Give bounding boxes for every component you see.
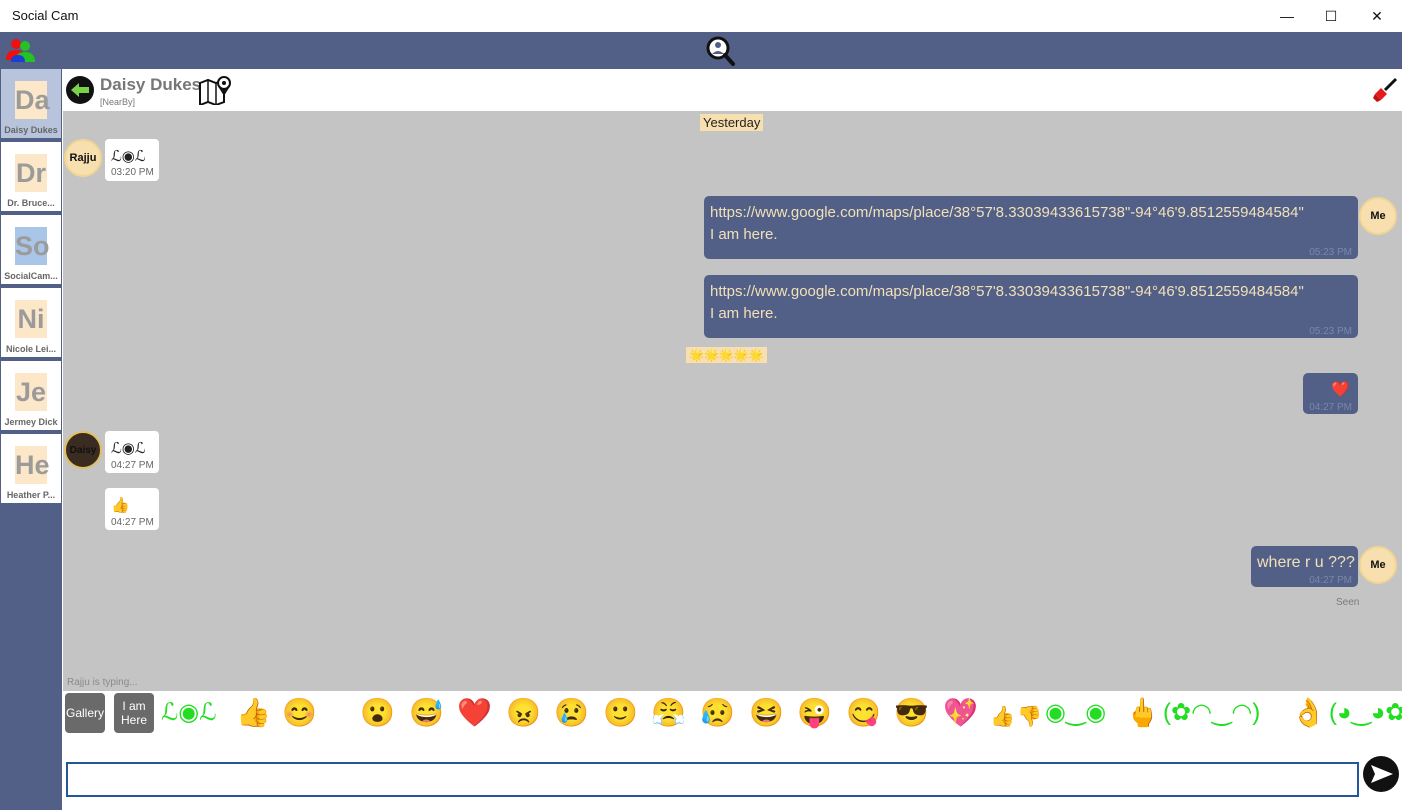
date-divider: Yesterday (700, 114, 764, 131)
emoji-heart[interactable]: ❤️ (457, 695, 492, 731)
avatar[interactable]: Me (1359, 197, 1397, 235)
clear-chat-brush-icon[interactable] (1371, 76, 1399, 104)
emoji-yum[interactable]: 😋 (846, 695, 881, 731)
emoji-angry[interactable]: 😠 (506, 695, 541, 731)
emoji-eyes-smile[interactable]: ◉‿◉ (1045, 695, 1106, 731)
emoji-triumph[interactable]: 😤 (651, 695, 686, 731)
chat-messages-area: Yesterday Rajju ℒ◉ℒ 03:20 PM https://www… (63, 111, 1402, 691)
contact-name: SocialCam... (4, 271, 58, 281)
emoji-surprised[interactable]: 😮 (360, 695, 395, 731)
avatar[interactable]: Rajju (64, 139, 102, 177)
contacts-icon[interactable] (4, 36, 36, 64)
message-text: 👍 (111, 497, 130, 514)
emoji-sweat-smile[interactable]: 😅 (409, 695, 444, 731)
message-bubble[interactable]: https://www.google.com/maps/place/38°57'… (704, 196, 1358, 259)
emoji-small-thumbs-up[interactable]: 👍 (990, 699, 1015, 735)
emoji-ok-hand[interactable]: 👌 (1291, 695, 1326, 731)
message-time: 04:27 PM (1309, 402, 1352, 413)
contact-item[interactable]: Da Daisy Dukes (1, 69, 61, 140)
chat-header: Daisy Dukes [NearBy] (63, 69, 1402, 111)
message-text: I am here. (710, 226, 778, 243)
contact-item[interactable]: Ni Nicole Lei... (1, 288, 61, 359)
contact-name: Dr. Bruce... (7, 198, 55, 208)
message-time: 03:20 PM (111, 167, 154, 178)
contact-initials: Da (15, 81, 50, 119)
contacts-sidebar: Da Daisy Dukes Dr Dr. Bruce... So Social… (0, 69, 62, 810)
emoji-thumbs-down[interactable]: 👎 (1017, 699, 1042, 735)
message-time: 04:27 PM (111, 517, 154, 528)
emoji-slight-smile[interactable]: 🙂 (603, 695, 638, 731)
message-text: ℒ◉ℒ (111, 440, 146, 457)
contact-initials: Dr (15, 154, 47, 192)
contact-name: Daisy Dukes (4, 125, 58, 135)
contact-initials: So (15, 227, 50, 265)
seen-indicator: Seen (1336, 597, 1360, 608)
message-bubble[interactable]: where r u ??? 04:27 PM (1251, 546, 1358, 587)
star-rating-message: 🌟🌟🌟🌟🌟 (686, 347, 767, 363)
contact-item[interactable]: He Heather P... (1, 434, 61, 505)
gallery-button[interactable]: Gallery (65, 693, 105, 733)
back-arrow-icon[interactable] (65, 75, 95, 105)
message-input-area (63, 735, 1402, 810)
contact-item[interactable]: Dr Dr. Bruce... (1, 142, 61, 213)
message-bubble[interactable]: 👍 04:27 PM (105, 488, 159, 530)
emoji-lol[interactable]: ℒ◉ℒ (161, 695, 217, 731)
contact-initials: Je (15, 373, 47, 411)
message-bubble[interactable]: ℒ◉ℒ 03:20 PM (105, 139, 159, 181)
message-time: 05:23 PM (1309, 247, 1352, 258)
contact-initials: He (15, 446, 50, 484)
typing-indicator: Rajju is typing... (67, 677, 138, 688)
emoji-wink-tongue[interactable]: 😜 (797, 695, 832, 731)
emoji-cry[interactable]: 😢 (554, 695, 589, 731)
emoji-sparkling-heart[interactable]: 💖 (943, 695, 978, 731)
message-text: I am here. (710, 305, 778, 322)
contact-name: Nicole Lei... (5, 344, 56, 354)
message-text: ℒ◉ℒ (111, 148, 146, 165)
emoji-middle-finger[interactable]: 🖕 (1125, 695, 1160, 731)
message-link[interactable]: https://www.google.com/maps/place/38°57'… (710, 204, 1304, 221)
maximize-button[interactable]: ☐ (1308, 0, 1354, 32)
avatar-photo[interactable]: Daisy (64, 431, 102, 469)
i-am-here-button[interactable]: I am Here (114, 693, 154, 733)
contact-name: Jermey Dick (4, 417, 58, 427)
search-icon[interactable] (704, 35, 736, 67)
message-input[interactable] (66, 762, 1359, 797)
emoji-disappointed[interactable]: 😥 (700, 695, 735, 731)
contact-item[interactable]: So SocialCam... (1, 215, 61, 286)
title-bar: Social Cam — ☐ ✕ (0, 0, 1402, 33)
message-bubble[interactable]: ❤️ 04:27 PM (1303, 373, 1358, 414)
emoji-flower-face[interactable]: (◕‿◕✿ (1329, 695, 1402, 731)
message-time: 04:27 PM (1309, 575, 1352, 586)
emoji-thumbs-up[interactable]: 👍 (236, 695, 271, 731)
message-bubble[interactable]: ℒ◉ℒ 04:27 PM (105, 431, 159, 473)
emoji-flower-smile[interactable]: (✿◠‿◠) (1163, 695, 1260, 731)
message-link[interactable]: https://www.google.com/maps/place/38°57'… (710, 283, 1304, 300)
contact-initials: Ni (15, 300, 47, 338)
top-toolbar (0, 32, 1402, 69)
message-text: ❤️ (1331, 381, 1350, 398)
close-button[interactable]: ✕ (1354, 0, 1400, 32)
emoji-sunglasses[interactable]: 😎 (894, 695, 929, 731)
chat-contact-name: Daisy Dukes (100, 75, 202, 94)
contact-item[interactable]: Je Jermey Dick (1, 361, 61, 432)
send-icon[interactable] (1362, 755, 1400, 793)
minimize-button[interactable]: — (1264, 0, 1310, 32)
message-time: 04:27 PM (111, 460, 154, 471)
emoji-smile[interactable]: 😊 (282, 695, 317, 731)
message-text: where r u ??? (1257, 554, 1355, 571)
contact-name: Heather P... (6, 490, 56, 500)
message-bubble[interactable]: https://www.google.com/maps/place/38°57'… (704, 275, 1358, 338)
emoji-laughing[interactable]: 😆 (749, 695, 784, 731)
emoji-bar: Gallery I am Here ℒ◉ℒ 👍 😊 😮 😅 ❤️ 😠 😢 🙂 😤… (63, 691, 1402, 735)
message-time: 05:23 PM (1309, 326, 1352, 337)
map-location-icon[interactable] (198, 75, 232, 107)
avatar[interactable]: Me (1359, 546, 1397, 584)
chat-contact-status: [NearBy] (100, 97, 136, 107)
window-title: Social Cam (12, 8, 79, 23)
